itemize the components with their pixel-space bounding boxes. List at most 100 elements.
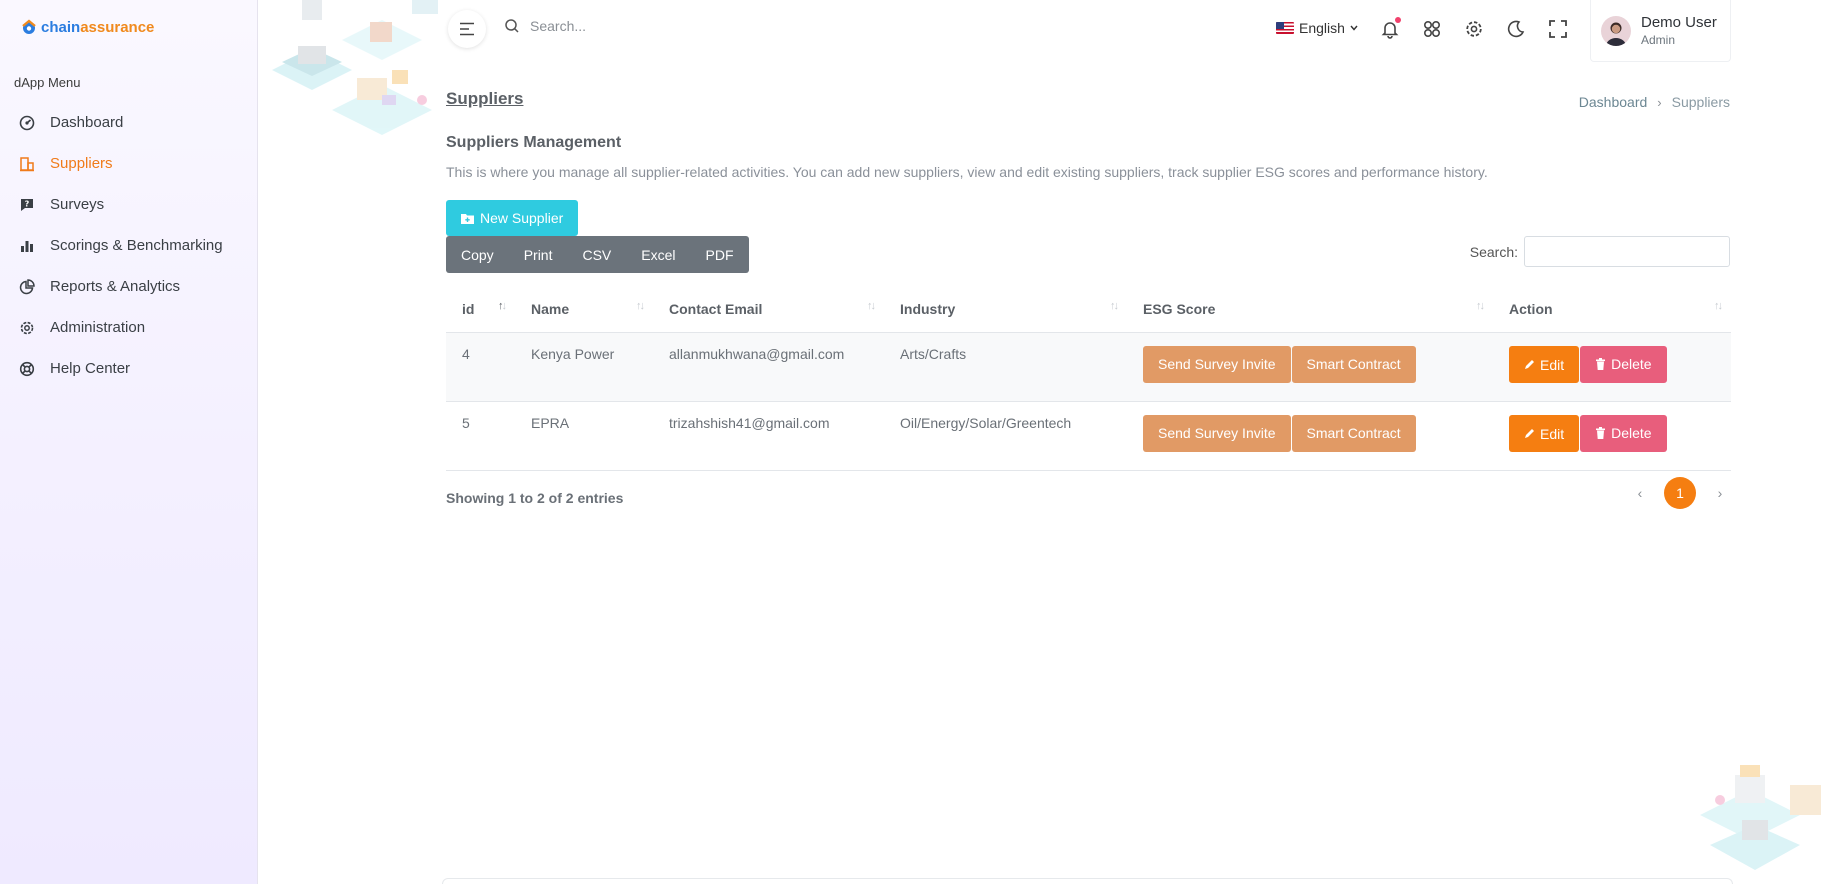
user-info: Demo User Admin — [1641, 14, 1717, 47]
table-search: Search: — [1470, 236, 1730, 267]
edit-button[interactable]: Edit — [1509, 415, 1580, 452]
user-avatar-icon — [1606, 22, 1626, 46]
export-button-group: Copy Print CSV Excel PDF — [446, 236, 749, 273]
sidebar-item-label: Help Center — [50, 360, 131, 377]
user-name: Demo User — [1641, 14, 1717, 31]
csv-button[interactable]: CSV — [567, 236, 626, 273]
column-header-action[interactable]: Action ↑↓ — [1493, 286, 1731, 333]
edit-button[interactable]: Edit — [1509, 346, 1580, 383]
fullscreen-button[interactable] — [1546, 17, 1570, 41]
pagination-prev-button[interactable]: ‹ — [1630, 485, 1650, 501]
cell-email: allanmukhwana@gmail.com — [653, 332, 884, 402]
user-menu[interactable]: Demo User Admin — [1590, 0, 1731, 62]
brand-name-part2: assurance — [80, 18, 155, 36]
bar-chart-icon — [18, 237, 36, 255]
user-role: Admin — [1641, 33, 1676, 47]
cell-id: 4 — [446, 332, 515, 402]
building-icon — [18, 155, 36, 173]
new-supplier-button[interactable]: New Supplier — [446, 200, 579, 236]
table-row: 5 EPRA trizahshish41@gmail.com Oil/Energ… — [446, 401, 1731, 471]
cell-id: 5 — [446, 401, 515, 471]
delete-button[interactable]: Delete — [1580, 345, 1667, 383]
us-flag-icon — [1276, 22, 1294, 34]
search-input[interactable] — [530, 18, 790, 34]
apps-button[interactable] — [1420, 17, 1444, 41]
search-icon — [505, 19, 519, 33]
settings-button[interactable] — [1462, 17, 1486, 41]
sidebar-item-label: Dashboard — [50, 114, 124, 131]
dark-mode-toggle[interactable] — [1504, 17, 1528, 41]
sidebar-item-reports[interactable]: Reports & Analytics — [0, 266, 258, 307]
sort-icon: ↑↓ — [867, 300, 876, 312]
pdf-button[interactable]: PDF — [691, 236, 749, 273]
sidebar-item-label: Suppliers — [50, 155, 113, 172]
send-survey-invite-button[interactable]: Send Survey Invite — [1143, 414, 1291, 452]
sidebar-item-surveys[interactable]: ? Surveys — [0, 184, 258, 225]
logo-icon — [22, 19, 36, 34]
cell-industry: Oil/Energy/Solar/Greentech — [884, 401, 1127, 471]
column-header-id[interactable]: id ↑↓ — [446, 286, 515, 333]
pencil-icon — [1525, 429, 1534, 438]
sidebar-item-administration[interactable]: Administration — [0, 307, 258, 348]
smart-contract-button[interactable]: Smart Contract — [1291, 414, 1416, 452]
chevron-down-icon — [1350, 25, 1358, 31]
notifications-button[interactable] — [1378, 17, 1402, 41]
lifebuoy-icon — [18, 360, 36, 378]
delete-button[interactable]: Delete — [1580, 414, 1667, 452]
print-button[interactable]: Print — [509, 236, 568, 273]
table-search-input[interactable] — [1524, 236, 1730, 267]
chevron-right-icon: › — [1657, 94, 1662, 110]
sort-icon: ↑↓ — [1714, 300, 1723, 312]
pagination-page-button[interactable]: 1 — [1664, 477, 1696, 509]
dashboard-icon — [18, 114, 36, 132]
sidebar-item-label: Scorings & Benchmarking — [50, 237, 223, 254]
notification-dot — [1395, 17, 1401, 23]
folder-plus-icon — [461, 213, 474, 224]
table-search-label: Search: — [1469, 243, 1518, 260]
breadcrumb: Dashboard › Suppliers — [1579, 94, 1730, 110]
sidebar-item-label: Reports & Analytics — [50, 278, 181, 295]
column-header-name[interactable]: Name ↑↓ — [515, 286, 653, 333]
brand-name-part1: chain — [41, 18, 81, 36]
cell-action: Edit Delete — [1493, 332, 1731, 402]
pencil-icon — [1525, 360, 1534, 369]
page-title[interactable]: Suppliers — [446, 89, 523, 109]
gear-icon — [18, 319, 36, 337]
sort-icon: ↑↓ — [636, 300, 645, 312]
column-header-email[interactable]: Contact Email ↑↓ — [653, 286, 884, 333]
copy-button[interactable]: Copy — [446, 236, 509, 273]
cell-industry: Arts/Crafts — [884, 332, 1127, 402]
pie-chart-icon — [18, 278, 36, 296]
send-survey-invite-button[interactable]: Send Survey Invite — [1143, 345, 1291, 383]
brand-logo[interactable]: chain assurance — [20, 18, 154, 36]
language-label: English — [1299, 20, 1345, 36]
supply-chain-illustration-bottom — [1700, 765, 1821, 870]
table-row: 4 Kenya Power allanmukhwana@gmail.com Ar… — [446, 332, 1731, 402]
global-search — [504, 18, 790, 34]
section-title: Suppliers Management — [446, 134, 622, 151]
sidebar-item-label: Surveys — [50, 196, 105, 213]
question-chat-icon: ? — [18, 196, 36, 214]
top-header: English Demo User Admin — [258, 0, 1821, 62]
sidebar-item-suppliers[interactable]: Suppliers — [0, 143, 258, 184]
breadcrumb-dashboard[interactable]: Dashboard — [1579, 94, 1648, 110]
cell-name: Kenya Power — [515, 332, 653, 402]
gear-icon — [1466, 21, 1482, 37]
sort-icon: ↑↓ — [1476, 300, 1485, 312]
column-header-esg-score[interactable]: ESG Score ↑↓ — [1127, 286, 1493, 333]
table-info: Showing 1 to 2 of 2 entries — [446, 490, 624, 506]
menu-toggle-button[interactable] — [448, 10, 486, 48]
sort-icon: ↑↓ — [498, 300, 507, 312]
sidebar-item-help-center[interactable]: Help Center — [0, 348, 258, 389]
sidebar-item-dashboard[interactable]: Dashboard — [0, 102, 258, 143]
svg-text:?: ? — [25, 199, 30, 208]
smart-contract-button[interactable]: Smart Contract — [1291, 345, 1416, 383]
pagination-next-button[interactable]: › — [1710, 485, 1730, 501]
trash-icon — [1596, 358, 1606, 370]
excel-button[interactable]: Excel — [626, 236, 690, 273]
sort-icon: ↑↓ — [1110, 300, 1119, 312]
avatar — [1601, 15, 1631, 46]
sidebar-item-scorings[interactable]: Scorings & Benchmarking — [0, 225, 258, 266]
language-selector[interactable]: English — [1276, 20, 1358, 36]
column-header-industry[interactable]: Industry ↑↓ — [884, 286, 1127, 333]
